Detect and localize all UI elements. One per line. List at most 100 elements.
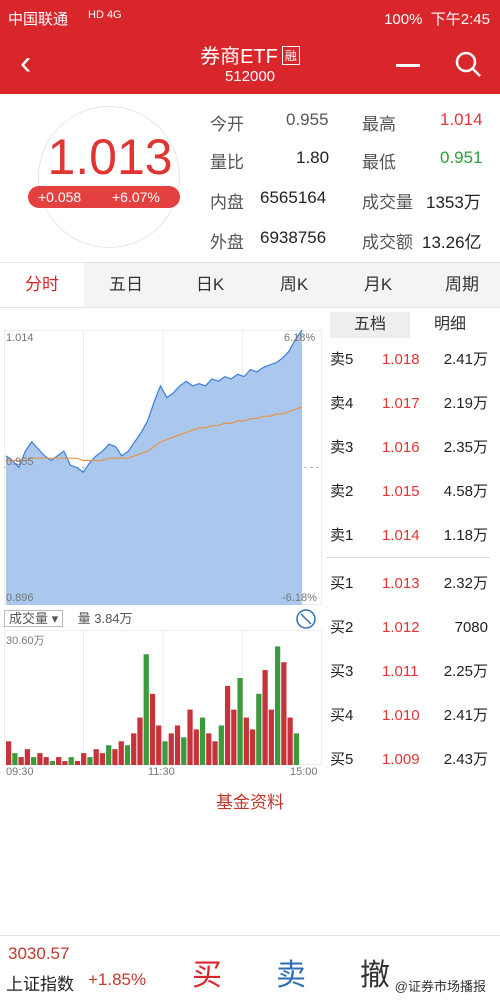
level-label: 卖5 bbox=[330, 351, 354, 368]
volume-bar bbox=[287, 717, 293, 765]
volume-bar bbox=[149, 693, 156, 765]
expand-icon[interactable] bbox=[295, 608, 317, 630]
index-name[interactable]: 上证指数 bbox=[6, 970, 74, 995]
volume-bar bbox=[93, 749, 99, 765]
volume-bar bbox=[131, 733, 137, 765]
fund-info-link[interactable]: 基金资料 bbox=[0, 788, 500, 813]
tab-5[interactable]: 周期 bbox=[420, 263, 500, 307]
level-volume: 2.41万 bbox=[443, 351, 488, 368]
orderbook-row[interactable]: 卖3 1.016 2.35万 bbox=[330, 426, 490, 470]
quote-value: 1.80 bbox=[296, 148, 330, 167]
volume-bar bbox=[87, 757, 93, 765]
volume-bar bbox=[118, 741, 124, 765]
level-price: 1.017 bbox=[382, 395, 420, 412]
level-volume: 4.58万 bbox=[443, 483, 488, 500]
tab-five-levels[interactable]: 五档 bbox=[330, 312, 410, 338]
orderbook-row[interactable]: 买3 1.011 2.25万 bbox=[330, 650, 490, 694]
volume-bar bbox=[187, 709, 193, 765]
quote-label: 外盘 bbox=[210, 233, 244, 252]
volume-bar bbox=[62, 761, 68, 765]
volume-bar bbox=[231, 709, 237, 765]
current-price: 1.013 bbox=[47, 129, 173, 185]
level-volume: 1.18万 bbox=[443, 527, 488, 544]
price-high-label: 1.014 bbox=[6, 332, 34, 344]
quote-value: 6565164 bbox=[260, 188, 327, 207]
volume-bar bbox=[68, 757, 74, 765]
status-right: 100% 下午2:45 bbox=[384, 8, 490, 29]
level-price: 1.013 bbox=[382, 575, 420, 592]
volume-bar bbox=[193, 729, 199, 765]
sell-button[interactable]: 卖 bbox=[276, 950, 306, 994]
change-badge: +0.058 +6.07% bbox=[28, 186, 180, 208]
volume-chart[interactable] bbox=[4, 630, 322, 765]
orderbook-row[interactable]: 买1 1.013 2.32万 bbox=[330, 562, 490, 606]
quote-label: 最低 bbox=[362, 153, 396, 172]
volume-bar bbox=[218, 725, 224, 765]
watermark: @证券市场播报 bbox=[394, 979, 486, 994]
minus-icon[interactable] bbox=[396, 64, 420, 67]
search-icon[interactable] bbox=[454, 50, 482, 78]
level-price: 1.016 bbox=[382, 439, 420, 456]
buy-button[interactable]: 买 bbox=[192, 950, 222, 994]
volume-bar bbox=[281, 662, 287, 765]
quote-label: 最高 bbox=[362, 115, 396, 134]
cancel-button[interactable]: 撤 bbox=[360, 950, 390, 994]
title-text: 券商ETF bbox=[200, 46, 278, 68]
intraday-chart[interactable] bbox=[4, 330, 322, 605]
level-label: 买1 bbox=[330, 575, 354, 592]
period-tabs: 分时 五日 日K 周K 月K 周期 bbox=[0, 262, 500, 308]
orderbook-row[interactable]: 买5 1.009 2.43万 bbox=[330, 738, 490, 782]
quote-label: 成交额 bbox=[362, 233, 413, 252]
level-volume: 2.43万 bbox=[443, 751, 488, 768]
quote-value: 6938756 bbox=[260, 228, 327, 247]
tab-3[interactable]: 周K bbox=[252, 263, 336, 307]
level-label: 卖1 bbox=[330, 527, 354, 544]
quote-value: 0.951 bbox=[440, 148, 483, 167]
level-price: 1.014 bbox=[382, 527, 420, 544]
bottom-bar: 3030.57 上证指数 +1.85% 买 卖 撤 @证券市场播报 bbox=[0, 935, 500, 1001]
margin-tag: 融 bbox=[281, 46, 300, 65]
quote-panel: 1.013 +0.058 +6.07% 今开 0.955 最高 1.014 量比 1.80… bbox=[0, 94, 500, 262]
time-start: 09:30 bbox=[6, 766, 34, 778]
tab-1[interactable]: 五日 bbox=[84, 263, 168, 307]
volume-bar bbox=[237, 678, 243, 765]
level-volume: 2.19万 bbox=[443, 395, 488, 412]
orderbook-row[interactable]: 卖5 1.018 2.41万 bbox=[330, 338, 490, 382]
volume-bar bbox=[256, 693, 262, 765]
level-volume: 7080 bbox=[454, 619, 488, 636]
quote-value: 1.014 bbox=[440, 110, 483, 129]
orderbook-row[interactable]: 买2 1.012 7080 bbox=[330, 606, 490, 650]
stock-code: 512000 bbox=[224, 68, 276, 85]
tab-4[interactable]: 月K bbox=[336, 263, 420, 307]
volume-bar bbox=[206, 733, 212, 765]
orderbook-row[interactable]: 卖2 1.015 4.58万 bbox=[330, 470, 490, 514]
book-divider bbox=[326, 557, 490, 558]
level-price: 1.010 bbox=[382, 707, 420, 724]
volume-select[interactable]: 成交量 ▾ bbox=[4, 610, 64, 627]
level-label: 卖4 bbox=[330, 395, 354, 412]
price-mid-label: 0.955 bbox=[6, 456, 34, 468]
volume-bar bbox=[268, 709, 274, 765]
level-price: 1.012 bbox=[382, 619, 420, 636]
level-label: 买3 bbox=[330, 663, 354, 680]
level-label: 买4 bbox=[330, 707, 354, 724]
level-volume: 2.35万 bbox=[443, 439, 488, 456]
level-label: 卖2 bbox=[330, 483, 354, 500]
orderbook-row[interactable]: 买4 1.010 2.41万 bbox=[330, 694, 490, 738]
orderbook-row[interactable]: 卖4 1.017 2.19万 bbox=[330, 382, 490, 426]
pct-low-label: -6.18% bbox=[282, 592, 317, 604]
quote-value: 13.26亿 bbox=[422, 233, 482, 252]
volume-bar bbox=[293, 733, 299, 765]
battery: 100% bbox=[384, 11, 423, 28]
volume-bar bbox=[24, 749, 31, 765]
clock: 下午2:45 bbox=[430, 11, 490, 28]
volume-bar bbox=[6, 741, 12, 765]
tab-2[interactable]: 日K bbox=[168, 263, 252, 307]
level-volume: 2.41万 bbox=[443, 707, 488, 724]
orderbook-row[interactable]: 卖1 1.014 1.18万 bbox=[330, 514, 490, 558]
volume-bar bbox=[174, 725, 181, 765]
tab-detail[interactable]: 明细 bbox=[410, 312, 490, 338]
tab-0[interactable]: 分时 bbox=[0, 263, 84, 307]
volume-bar bbox=[143, 654, 149, 765]
volume-bar bbox=[156, 725, 162, 765]
